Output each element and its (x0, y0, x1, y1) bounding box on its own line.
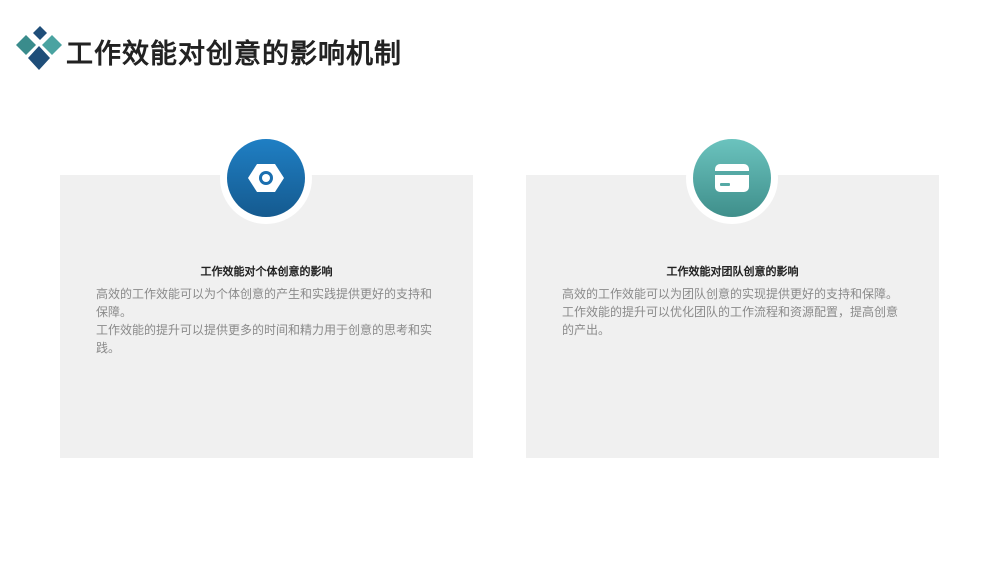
card-body: 高效的工作效能可以为团队创意的实现提供更好的支持和保障。 工作效能的提升可以优化… (562, 285, 904, 339)
card-window-icon (693, 139, 771, 217)
card-title: 工作效能对团队创意的影响 (666, 265, 799, 278)
card-paragraph: 高效的工作效能可以为个体创意的产生和实践提供更好的支持和保障。 (96, 287, 433, 319)
page-title: 工作效能对创意的影响机制 (66, 39, 402, 70)
card-paragraph: 高效的工作效能可以为团队创意的实现提供更好的支持和保障。 (562, 287, 899, 301)
card-badge (686, 132, 778, 224)
card-paragraph: 工作效能的提升可以优化团队的工作流程和资源配置，提高创意的产出。 (562, 305, 899, 337)
card-body: 高效的工作效能可以为个体创意的产生和实践提供更好的支持和保障。 工作效能的提升可… (96, 285, 438, 357)
hexagon-nut-icon (227, 139, 305, 217)
card-paragraph: 工作效能的提升可以提供更多的时间和精力用于创意的思考和实践。 (96, 323, 433, 355)
diamond-cluster-icon (12, 24, 66, 74)
card-title: 工作效能对个体创意的影响 (200, 265, 333, 278)
card-badge (220, 132, 312, 224)
